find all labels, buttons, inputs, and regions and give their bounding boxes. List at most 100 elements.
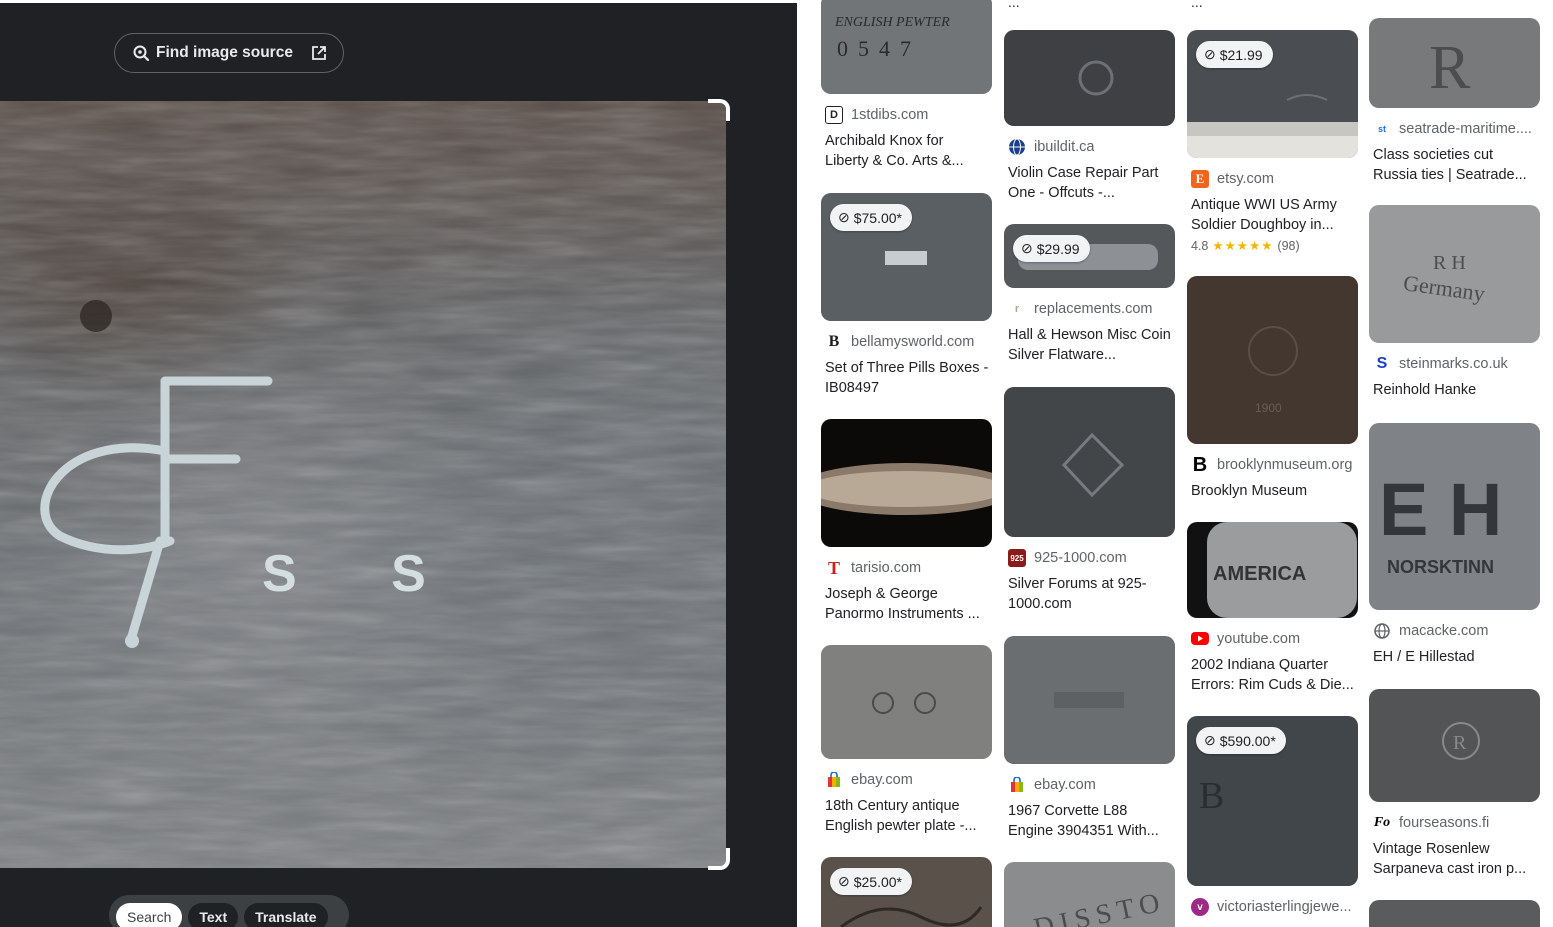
- rating-value: 4.8: [1191, 238, 1209, 253]
- result-card[interactable]: DISSTO: [1004, 862, 1175, 927]
- lens-search-icon: [132, 44, 150, 62]
- thumb-text: 1900: [1255, 401, 1282, 415]
- thumb-text-line1: ENGLISH PEWTER: [834, 15, 950, 30]
- result-source: replacements.com: [1034, 301, 1153, 317]
- result-card[interactable]: ebay.com 1967 Corvette L88 Engine 390435…: [1004, 636, 1175, 841]
- result-thumbnail[interactable]: E H NORSKTINN: [1369, 423, 1540, 610]
- price-label: $21.99: [1219, 46, 1263, 63]
- result-title: Silver Forums at 925-1000.com: [1008, 576, 1147, 612]
- ebay-bag-icon: [1008, 776, 1026, 794]
- mode-text-button[interactable]: Text: [188, 903, 239, 927]
- result-card[interactable]: ⊘ $75.00* Bbellamysworld.com Set of Three…: [821, 193, 992, 398]
- result-card[interactable]: B ⊘ $590.00* v victoriasterlingjewe...: [1187, 716, 1358, 917]
- result-card[interactable]: ebay.com 18th Century antique English pe…: [821, 645, 992, 836]
- clipped-title: ...: [1008, 0, 1020, 10]
- search-mode-bar: Search Text Translate: [109, 895, 349, 927]
- result-source: steinmarks.co.uk: [1399, 356, 1508, 372]
- result-card[interactable]: [1369, 900, 1540, 927]
- result-title: Antique WWI US Army Soldier Doughboy in.…: [1191, 197, 1337, 233]
- site-favicon-icon: D: [825, 106, 843, 124]
- result-card[interactable]: ENGLISH PEWTER 0547 D 1stdibs.com Archiba…: [821, 0, 992, 171]
- result-source: victoriasterlingjewe...: [1217, 899, 1352, 915]
- result-title: Class societies cut Russia ties | Seatra…: [1373, 147, 1527, 183]
- result-thumbnail[interactable]: AMERICA: [1187, 522, 1358, 618]
- result-source: seatrade-maritime....: [1399, 121, 1532, 137]
- result-thumbnail[interactable]: ⊘ $25.00*: [821, 857, 992, 927]
- visual-matches-grid: ENGLISH PEWTER 0547 D 1stdibs.com Archiba…: [797, 0, 1553, 927]
- result-title: Brooklyn Museum: [1191, 483, 1308, 499]
- result-thumbnail[interactable]: [1369, 900, 1540, 927]
- result-thumbnail[interactable]: ⊘ $29.99: [1004, 224, 1175, 288]
- site-favicon-icon: Fo: [1373, 815, 1391, 830]
- price-badge: ⊘ $590.00*: [1196, 727, 1286, 754]
- result-source: ebay.com: [851, 772, 913, 788]
- result-card[interactable]: 1900 Bbrooklynmuseum.org Brooklyn Museum: [1187, 276, 1358, 501]
- result-thumbnail[interactable]: R: [1369, 689, 1540, 802]
- result-card[interactable]: 925 925-1000.com Silver Forums at 925-100…: [1004, 387, 1175, 614]
- result-thumbnail[interactable]: [1004, 30, 1175, 126]
- result-title: 1967 Corvette L88 Engine 3904351 With...: [1008, 803, 1159, 839]
- find-image-source-button[interactable]: Find image source: [114, 33, 344, 73]
- star-icons: ★★★★★: [1212, 239, 1274, 253]
- result-title: Archibald Knox for Liberty & Co. Arts &.…: [825, 133, 964, 169]
- result-thumbnail[interactable]: DISSTO: [1004, 862, 1175, 927]
- result-card[interactable]: AMERICA youtube.com 2002 Indiana Quarter…: [1187, 522, 1358, 695]
- crop-handle-top-right[interactable]: [708, 99, 730, 121]
- result-thumbnail[interactable]: R H Germany: [1369, 205, 1540, 343]
- result-thumbnail[interactable]: R: [1369, 18, 1540, 108]
- result-thumbnail[interactable]: [1004, 636, 1175, 764]
- result-card[interactable]: ⊘ $25.00*: [821, 857, 992, 927]
- price-badge: ⊘ $21.99: [1196, 41, 1273, 68]
- query-image[interactable]: S S: [0, 101, 726, 868]
- price-label: $590.00*: [1219, 732, 1276, 749]
- result-source: bellamysworld.com: [851, 334, 975, 350]
- price-tag-icon: ⊘: [838, 209, 850, 225]
- dent-mark: [80, 300, 112, 332]
- price-label: $29.99: [1036, 240, 1080, 257]
- result-card[interactable]: R st seatrade-maritime.... Class societie…: [1369, 18, 1540, 185]
- globe-icon: [1373, 622, 1391, 640]
- result-card[interactable]: R H Germany Ssteinmarks.co.uk Reinhold Ha…: [1369, 205, 1540, 400]
- result-title: 2002 Indiana Quarter Errors: Rim Cuds & …: [1191, 657, 1354, 693]
- result-card[interactable]: ⊘ $29.99 r replacements.com Hall & Hewson …: [1004, 224, 1175, 365]
- globe-icon: [1008, 138, 1026, 156]
- result-title: 18th Century antique English pewter plat…: [825, 798, 977, 834]
- result-thumbnail[interactable]: B ⊘ $590.00*: [1187, 716, 1358, 886]
- thumb-text: B: [1199, 775, 1224, 817]
- site-favicon-icon: E: [1191, 170, 1209, 188]
- site-favicon-icon: st: [1377, 124, 1386, 134]
- result-card[interactable]: ⊘ $21.99 Eetsy.com Antique WWI US Army So…: [1187, 30, 1358, 253]
- crop-handle-bottom-right[interactable]: [708, 848, 730, 870]
- result-card[interactable]: R Fo fourseasons.fi Vintage Rosenlew Sarp…: [1369, 689, 1540, 879]
- result-card[interactable]: E H NORSKTINN macacke.com EH / E Hillesta…: [1369, 423, 1540, 667]
- mode-translate-button[interactable]: Translate: [244, 903, 328, 927]
- result-title: Hall & Hewson Misc Coin Silver Flatware.…: [1008, 327, 1171, 363]
- result-source: ibuildit.ca: [1034, 139, 1095, 155]
- result-source: 925-1000.com: [1034, 550, 1127, 566]
- result-thumbnail[interactable]: [1004, 387, 1175, 537]
- result-thumbnail[interactable]: [821, 645, 992, 759]
- result-title: Violin Case Repair Part One - Offcuts -.…: [1008, 165, 1159, 201]
- thumb-text-line1: E H: [1379, 468, 1502, 551]
- result-thumbnail[interactable]: ⊘ $75.00*: [821, 193, 992, 321]
- thumb-text: R: [1429, 34, 1471, 102]
- result-thumbnail[interactable]: ⊘ $21.99: [1187, 30, 1358, 158]
- result-thumbnail[interactable]: 1900: [1187, 276, 1358, 444]
- price-tag-icon: ⊘: [1021, 240, 1033, 256]
- find-image-source-label: Find image source: [156, 44, 293, 61]
- result-source: ebay.com: [1034, 777, 1096, 793]
- price-tag-icon: ⊘: [1204, 732, 1216, 748]
- mode-search-button[interactable]: Search: [116, 903, 183, 927]
- site-favicon-icon: S: [1376, 355, 1388, 372]
- result-source: macacke.com: [1399, 623, 1489, 639]
- open-external-icon: [311, 45, 327, 61]
- price-tag-icon: ⊘: [838, 873, 850, 889]
- result-thumbnail[interactable]: ENGLISH PEWTER 0547: [821, 0, 992, 94]
- result-source: fourseasons.fi: [1399, 815, 1490, 831]
- result-title: Reinhold Hanke: [1373, 382, 1477, 398]
- result-card[interactable]: Ttarisio.com Joseph & George Panormo Ins…: [821, 419, 992, 624]
- result-card[interactable]: ibuildit.ca Violin Case Repair Part One …: [1004, 30, 1175, 203]
- result-thumbnail[interactable]: [821, 419, 992, 547]
- thumb-text-line2: NORSKTINN: [1387, 557, 1494, 577]
- result-title: Vintage Rosenlew Sarpaneva cast iron p..…: [1373, 841, 1527, 877]
